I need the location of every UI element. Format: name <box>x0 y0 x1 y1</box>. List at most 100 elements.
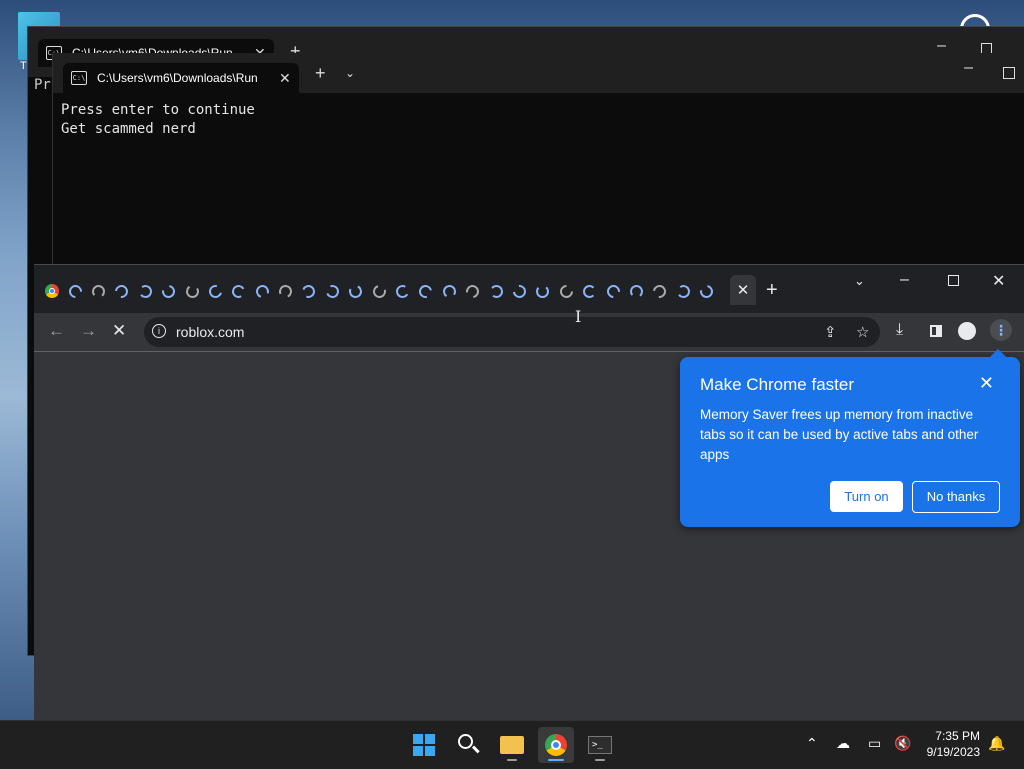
chrome-tab[interactable] <box>555 279 578 303</box>
taskbar: >_ ⌃ ☁ ▭ 🔇 7:35 PM 9/19/2023 🔔 <box>0 720 1024 769</box>
chrome-tab[interactable] <box>484 279 507 303</box>
maximize-icon[interactable] <box>948 275 959 286</box>
close-window-icon[interactable]: ✕ <box>992 271 1005 291</box>
address-bar[interactable]: i roblox.com ⇪ ☆ <box>144 317 880 347</box>
taskbar-search-button[interactable] <box>450 727 486 763</box>
chrome-tab[interactable] <box>110 279 133 303</box>
close-icon[interactable]: ✕ <box>279 70 291 87</box>
chrome-tab[interactable] <box>227 279 250 303</box>
bookmark-star-icon[interactable]: ☆ <box>856 323 869 341</box>
taskbar-clock[interactable]: 7:35 PM 9/19/2023 <box>922 728 980 760</box>
loading-spinner-icon <box>510 281 529 301</box>
chrome-tab[interactable] <box>601 279 624 303</box>
clock-date: 9/19/2023 <box>926 745 980 759</box>
chrome-tab[interactable] <box>87 279 110 303</box>
chrome-tab[interactable] <box>672 279 695 303</box>
loading-spinner-icon <box>488 283 504 299</box>
chrome-tab[interactable] <box>414 279 437 303</box>
start-logo-icon <box>425 734 435 744</box>
loading-spinner-icon <box>557 281 576 301</box>
terminal-window-front[interactable]: C:\ C:\Users\vm6\Downloads\Run ✕ + ⌄ – P… <box>52 53 1024 273</box>
stop-loading-icon[interactable]: ✕ <box>112 321 126 341</box>
download-icon[interactable]: ⤓ <box>896 321 903 339</box>
chrome-tab[interactable] <box>391 279 414 303</box>
chevron-down-icon[interactable]: ⌄ <box>345 66 355 80</box>
forward-arrow-icon[interactable]: → <box>80 321 97 341</box>
chrome-tab[interactable] <box>274 279 297 303</box>
side-panel-icon[interactable] <box>930 325 942 337</box>
terminal-taskbar-button[interactable]: >_ <box>582 727 618 763</box>
loading-spinner-icon <box>650 281 669 301</box>
close-icon[interactable]: ✕ <box>737 281 750 299</box>
chrome-tab[interactable] <box>695 279 718 303</box>
chrome-tab[interactable] <box>625 279 648 303</box>
chrome-active-tab-close[interactable]: ✕ <box>730 275 756 305</box>
chrome-tab[interactable] <box>508 279 531 303</box>
terminal-front-tab[interactable]: C:\ C:\Users\vm6\Downloads\Run ✕ <box>63 63 299 93</box>
loading-spinner-icon <box>159 281 178 301</box>
chrome-tab[interactable] <box>344 279 367 303</box>
chrome-tab[interactable] <box>461 279 484 303</box>
loading-spinner-icon <box>300 282 318 300</box>
new-tab-plus-icon[interactable]: + <box>315 63 326 84</box>
chrome-icon-center <box>551 740 561 750</box>
chrome-tab[interactable] <box>297 279 320 303</box>
loading-spinner-icon <box>323 282 341 300</box>
running-indicator <box>548 759 564 761</box>
chrome-tab[interactable] <box>438 279 461 303</box>
loading-spinner-icon <box>603 281 623 301</box>
loading-spinner-icon <box>697 281 716 301</box>
minimize-icon[interactable]: – <box>964 59 973 77</box>
back-arrow-icon[interactable]: ← <box>48 321 65 341</box>
chrome-tab[interactable] <box>367 279 390 303</box>
chrome-toolbar: ← → ✕ i roblox.com ⇪ ☆ ⤓ ⋮ <box>34 313 1024 352</box>
chrome-menu-kebab-icon[interactable]: ⋮ <box>990 319 1012 341</box>
running-indicator <box>507 759 517 761</box>
chrome-tab[interactable] <box>180 279 203 303</box>
loading-spinner-icon <box>463 281 482 301</box>
chrome-window[interactable]: ✕ + ⌄ – ✕ ← → ✕ i roblox.com ⇪ ☆ ⤓ ⋮ Mak… <box>34 264 1024 721</box>
terminal-front-tabbar: C:\ C:\Users\vm6\Downloads\Run ✕ + ⌄ – <box>53 53 1024 93</box>
network-icon[interactable]: ▭ <box>868 735 881 752</box>
chrome-icon <box>545 734 567 756</box>
maximize-icon[interactable] <box>1003 67 1015 79</box>
site-info-icon[interactable]: i <box>152 324 166 338</box>
start-button[interactable] <box>406 727 442 763</box>
start-logo-icon <box>413 746 423 756</box>
start-logo-icon <box>413 734 423 744</box>
terminal-icon: >_ <box>588 736 612 754</box>
new-tab-plus-icon[interactable]: + <box>766 279 778 302</box>
chrome-tab[interactable] <box>531 279 554 303</box>
profile-avatar-icon[interactable] <box>958 322 976 340</box>
folder-icon <box>500 736 524 754</box>
chrome-tab[interactable] <box>40 279 63 303</box>
chrome-tab[interactable] <box>648 279 671 303</box>
tab-search-chevron-icon[interactable]: ⌄ <box>854 273 865 289</box>
chrome-tab[interactable] <box>63 279 86 303</box>
loading-spinner-icon <box>184 283 200 299</box>
chrome-tab[interactable] <box>251 279 274 303</box>
terminal-back-output: Pr <box>34 77 51 93</box>
chrome-tab[interactable] <box>578 279 601 303</box>
no-thanks-button[interactable]: No thanks <box>912 481 1000 513</box>
chrome-favicon-icon <box>44 284 59 298</box>
chrome-taskbar-button[interactable] <box>538 727 574 763</box>
minimize-icon[interactable]: – <box>900 271 909 289</box>
notification-bell-icon[interactable]: 🔔 <box>988 735 1005 752</box>
chrome-tab[interactable] <box>134 279 157 303</box>
turn-on-button[interactable]: Turn on <box>830 481 903 512</box>
share-icon[interactable]: ⇪ <box>824 323 837 341</box>
loading-spinner-icon <box>441 283 457 299</box>
close-icon[interactable]: ✕ <box>979 373 994 394</box>
file-explorer-button[interactable] <box>494 727 530 763</box>
loading-spinner-icon <box>230 282 247 300</box>
volume-muted-icon[interactable]: 🔇 <box>894 735 911 752</box>
chrome-tab[interactable] <box>157 279 180 303</box>
popup-body: Memory Saver frees up memory from inacti… <box>700 407 979 462</box>
chrome-tab[interactable] <box>321 279 344 303</box>
text-cursor-icon: I <box>575 307 582 326</box>
chrome-tab[interactable] <box>204 279 227 303</box>
onedrive-cloud-icon[interactable]: ☁ <box>836 735 850 752</box>
chevron-up-icon[interactable]: ⌃ <box>806 735 818 752</box>
chrome-tabstrip: ✕ + ⌄ – ✕ <box>34 265 1024 313</box>
